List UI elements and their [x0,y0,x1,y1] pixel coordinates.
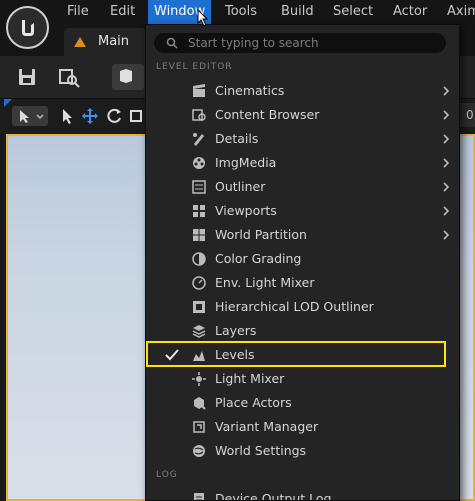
chevron-right-icon [443,158,450,168]
menu-item-imgmedia[interactable]: ImgMedia [147,151,458,175]
cinematics-icon [193,84,205,97]
chevron-right-icon [443,86,450,96]
world-settings-icon [193,445,205,457]
viewports-icon [193,205,205,217]
menu-tools[interactable]: Tools [219,0,263,24]
content-browser-icon [192,109,206,121]
menu-item-label: Variant Manager [215,419,319,434]
scale-icon[interactable] [128,106,144,126]
tab-main[interactable]: Main [64,28,146,56]
section-level-editor: LEVEL EDITOR [156,62,233,72]
browse-level-icon[interactable] [56,65,82,89]
menu-item-label: Details [215,131,259,146]
chevron-right-icon [443,134,450,144]
menu-item-world-partition[interactable]: World Partition [147,223,458,247]
menu-search-input[interactable] [188,33,438,53]
menu-item-label: Env. Light Mixer [215,275,315,290]
hlod-outliner-icon [193,301,205,313]
menu-item-content-browser[interactable]: Content Browser [147,103,458,127]
menu-search-box[interactable] [154,33,446,53]
chevron-right-icon [443,206,450,216]
save-icon[interactable] [14,65,40,89]
menu-item-layers[interactable]: Layers [147,319,458,343]
imgmedia-icon [193,157,205,169]
menu-build[interactable]: Build [275,0,320,24]
menu-item-label: Content Browser [215,107,320,122]
viewport-corner-marker [4,99,12,107]
menu-select[interactable]: Select [327,0,379,24]
menu-item-color-grading[interactable]: Color Grading [147,247,458,271]
menu-item-label: Hierarchical LOD Outliner [215,299,374,314]
light-mixer-icon [192,372,206,386]
rotate-icon[interactable] [104,106,124,126]
menu-item-variant-manager[interactable]: Variant Manager [147,415,458,439]
menu-item-label: Cinematics [215,83,285,98]
menu-item-label: ImgMedia [215,155,277,170]
menu-item-label: Place Actors [215,395,292,410]
place-actors-icon [194,397,206,410]
world-partition-icon [193,229,205,241]
select-arrow-icon[interactable] [58,106,76,126]
menu-item-label: World Settings [215,443,307,458]
menu-item-label: Color Grading [215,251,302,266]
mouse-cursor-icon [197,9,209,27]
menu-item-viewports[interactable]: Viewports [147,199,458,223]
tab-main-label: Main [98,34,130,49]
translate-icon[interactable] [80,106,100,126]
menu-file[interactable]: File [61,0,95,24]
snap-value: 0 [466,108,474,122]
unreal-logo-icon [21,19,34,36]
details-icon [193,133,204,146]
menu-item-label: Outliner [215,179,266,194]
menu-item-cinematics[interactable]: Cinematics [147,79,458,103]
select-mode-icon [120,69,132,83]
menu-item-world-settings[interactable]: World Settings [147,439,458,463]
menu-item-label: World Partition [215,227,307,242]
outliner-icon [192,180,206,194]
select-tool-dropdown[interactable] [12,106,48,126]
variant-manager-icon [193,421,205,433]
main-menu-bar: File Edit Window Tools Build Select Acto… [0,0,475,24]
chevron-right-icon [443,110,450,120]
search-icon [166,37,178,49]
menu-item-place-actors[interactable]: Place Actors [147,391,458,415]
layers-icon [192,325,206,338]
menu-item-device-output-log[interactable]: Device Output Log [147,487,458,501]
window-menu-dropdown: LEVEL EDITOR Cinematics Content Browser … [145,24,460,501]
menu-item-env-light-mixer[interactable]: Env. Light Mixer [147,271,458,295]
mode-select-button[interactable] [112,64,144,90]
chevron-right-icon [443,182,450,192]
menu-item-label: Light Mixer [215,371,285,386]
chevron-right-icon [443,230,450,240]
env-light-mixer-icon [192,276,206,290]
device-output-log-icon [194,493,204,500]
menu-item-hlod-outliner[interactable]: Hierarchical LOD Outliner [147,295,458,319]
unreal-logo[interactable] [6,6,49,49]
levels-highlight-box [146,341,446,367]
select-cursor-icon [20,110,44,123]
menu-item-label: Layers [215,323,257,338]
menu-item-label: Viewports [215,203,277,218]
menu-edit[interactable]: Edit [104,0,141,24]
menu-axim[interactable]: Axim [441,0,475,24]
level-tab-icon [74,37,86,47]
section-log: LOG [156,470,178,480]
menu-item-details[interactable]: Details [147,127,458,151]
menu-item-outliner[interactable]: Outliner [147,175,458,199]
menu-item-label: Device Output Log [215,491,332,501]
menu-actor[interactable]: Actor [387,0,433,24]
color-grading-icon [192,252,206,266]
menu-item-light-mixer[interactable]: Light Mixer [147,367,458,391]
